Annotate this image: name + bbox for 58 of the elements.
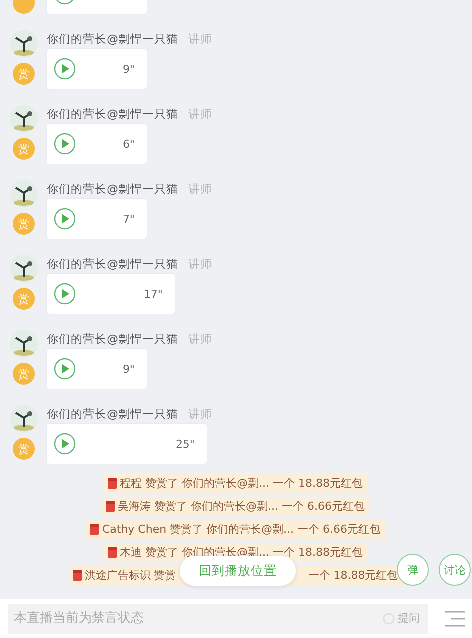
reward-badge[interactable]: 赏 (13, 288, 35, 310)
role-label: 讲师 (188, 332, 212, 346)
play-icon[interactable] (54, 208, 76, 230)
voice-bubble[interactable]: 7" (47, 199, 147, 239)
reward-text: 程程 赞赏了 你们的营长@剽... 一个 18.88元红包 (120, 476, 363, 491)
play-icon[interactable] (54, 58, 76, 80)
reward-text: Cathy Chen 赞赏了 你们的营长@剽... 一个 6.66元红包 (102, 522, 381, 537)
avatar-icon (10, 405, 38, 433)
voice-duration: 9" (122, 362, 135, 376)
menu-icon[interactable] (445, 610, 465, 628)
role-label: 讲师 (188, 256, 212, 272)
play-icon[interactable] (54, 133, 76, 155)
voice-bubble[interactable]: 17" (47, 274, 175, 314)
sender-name: 你们的营长@剽悍一只猫 (47, 406, 178, 422)
voice-duration: 6" (122, 138, 135, 150)
play-icon[interactable] (54, 433, 76, 455)
input-field[interactable]: 本直播当前为禁言状态 提问 (8, 604, 428, 634)
chat-toggle-button[interactable]: 讨论 (439, 554, 471, 586)
sender-name: 你们的营长@剽悍一只猫 (47, 332, 178, 346)
sender-name: 你们的营长@剽悍一只猫 (47, 106, 178, 122)
avatar-icon (10, 30, 38, 58)
reward-text: 吴海涛 赞赏了 你们的营长@剽... 一个 6.66元红包 (118, 499, 365, 514)
reward-badge[interactable]: 赏 (13, 438, 35, 460)
role-label: 讲师 (188, 406, 212, 422)
voice-bubble[interactable]: 25" (47, 424, 207, 464)
voice-duration: 7" (122, 212, 135, 226)
role-label: 讲师 (188, 182, 212, 196)
voice-duration: 25" (176, 438, 195, 450)
sender-name: 你们的营长@剽悍一只猫 (47, 182, 178, 196)
avatar-icon (10, 105, 38, 133)
ask-label: 提问 (398, 611, 420, 626)
reward-badge[interactable]: 赏 (13, 213, 35, 235)
envelope-icon (108, 547, 118, 558)
sender-name: 你们的营长@剽悍一只猫 (47, 256, 178, 272)
back-to-playback-button[interactable]: 回到播放位置 (180, 556, 296, 586)
envelope-icon (90, 524, 100, 535)
role-label: 讲师 (188, 32, 212, 46)
avatar-icon (10, 330, 38, 358)
voice-bubble[interactable]: 6" (47, 124, 147, 164)
voice-bubble[interactable]: 9" (47, 349, 147, 389)
envelope-icon (106, 501, 116, 512)
voice-duration: 9" (122, 62, 135, 76)
reward-badge[interactable]: 赏 (13, 63, 35, 85)
play-icon[interactable] (54, 283, 76, 305)
reward-text: 一个 18.88元红包 (308, 568, 398, 583)
envelope-icon (108, 478, 118, 489)
reward-badge[interactable]: 赏 (13, 363, 35, 385)
avatar-icon (10, 180, 38, 208)
voice-bubble[interactable]: 9" (47, 49, 147, 89)
envelope-icon (72, 570, 82, 581)
reward-text: 洪途广告标识 赞赏 (84, 568, 176, 583)
sender-name: 你们的营长@剽悍一只猫 (47, 32, 178, 46)
voice-duration: 17" (144, 288, 163, 300)
reward-badge[interactable]: 赏 (13, 138, 35, 160)
chat-toggle-button[interactable]: 弹 (397, 554, 429, 586)
role-label: 讲师 (188, 106, 212, 122)
avatar-icon (10, 255, 38, 283)
play-icon[interactable] (54, 358, 76, 380)
